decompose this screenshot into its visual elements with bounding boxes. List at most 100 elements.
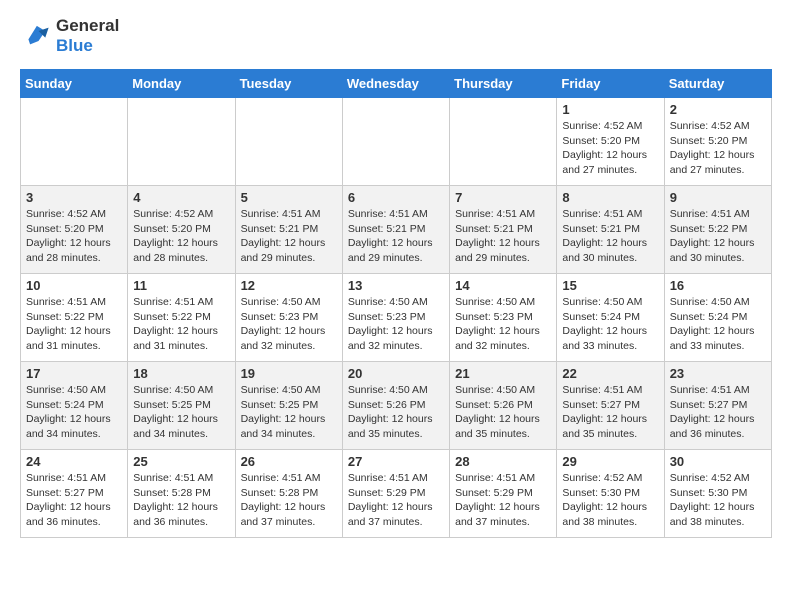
calendar-cell: 20Sunrise: 4:50 AM Sunset: 5:26 PM Dayli… [342, 362, 449, 450]
header: General Blue [20, 16, 772, 55]
day-number: 25 [133, 454, 229, 469]
day-number: 10 [26, 278, 122, 293]
day-number: 4 [133, 190, 229, 205]
day-number: 8 [562, 190, 658, 205]
calendar-cell: 5 Sunrise: 4:51 AM Sunset: 5:21 PM Daylig… [235, 186, 342, 274]
day-number: 29 [562, 454, 658, 469]
day-number: 16 [670, 278, 766, 293]
logo-text: General Blue [56, 16, 119, 55]
col-header-tuesday: Tuesday [235, 70, 342, 98]
calendar-cell: 8 Sunrise: 4:51 AM Sunset: 5:21 PM Daylig… [557, 186, 664, 274]
day-number: 30 [670, 454, 766, 469]
calendar-cell: 1 Sunrise: 4:52 AM Sunset: 5:20 PM Daylig… [557, 98, 664, 186]
calendar-cell: 18 Sunrise: 4:50 AM Sunset: 5:25 PM Dayli… [128, 362, 235, 450]
cell-info: Sunrise: 4:51 AM Sunset: 5:22 PM Dayligh… [26, 295, 122, 354]
calendar-cell: 13 Sunrise: 4:50 AM Sunset: 5:23 PM Dayli… [342, 274, 449, 362]
calendar-cell: 9 Sunrise: 4:51 AM Sunset: 5:22 PM Daylig… [664, 186, 771, 274]
calendar-cell: 23 Sunrise: 4:51 AM Sunset: 5:27 PM Dayli… [664, 362, 771, 450]
day-number: 27 [348, 454, 444, 469]
calendar-cell [128, 98, 235, 186]
calendar-cell: 7Sunrise: 4:51 AM Sunset: 5:21 PM Daylig… [450, 186, 557, 274]
cell-info: Sunrise: 4:50 AM Sunset: 5:26 PM Dayligh… [455, 383, 551, 442]
cell-info: Sunrise: 4:50 AM Sunset: 5:25 PM Dayligh… [241, 383, 337, 442]
day-number: 11 [133, 278, 229, 293]
calendar-cell: 6 Sunrise: 4:51 AM Sunset: 5:21 PM Daylig… [342, 186, 449, 274]
day-number: 28 [455, 454, 551, 469]
day-number: 15 [562, 278, 658, 293]
calendar-cell: 21 Sunrise: 4:50 AM Sunset: 5:26 PM Dayli… [450, 362, 557, 450]
cell-info: Sunrise: 4:51 AM Sunset: 5:22 PM Dayligh… [133, 295, 229, 354]
week-row-2: 10 Sunrise: 4:51 AM Sunset: 5:22 PM Dayli… [21, 274, 772, 362]
cell-info: Sunrise: 4:51 AM Sunset: 5:28 PM Dayligh… [241, 471, 337, 530]
col-header-thursday: Thursday [450, 70, 557, 98]
calendar-cell: 29 Sunrise: 4:52 AM Sunset: 5:30 PM Dayli… [557, 450, 664, 538]
calendar-cell: 30 Sunrise: 4:52 AM Sunset: 5:30 PM Dayli… [664, 450, 771, 538]
calendar-cell: 24 Sunrise: 4:51 AM Sunset: 5:27 PM Dayli… [21, 450, 128, 538]
calendar-cell: 11 Sunrise: 4:51 AM Sunset: 5:22 PM Dayli… [128, 274, 235, 362]
page-container: General Blue SundayMondayTuesdayWednesda… [0, 0, 792, 554]
day-number: 5 [241, 190, 337, 205]
calendar-cell: 3Sunrise: 4:52 AM Sunset: 5:20 PM Daylig… [21, 186, 128, 274]
col-header-friday: Friday [557, 70, 664, 98]
cell-info: Sunrise: 4:51 AM Sunset: 5:28 PM Dayligh… [133, 471, 229, 530]
cell-info: Sunrise: 4:51 AM Sunset: 5:27 PM Dayligh… [562, 383, 658, 442]
day-number: 23 [670, 366, 766, 381]
calendar-cell: 28Sunrise: 4:51 AM Sunset: 5:29 PM Dayli… [450, 450, 557, 538]
calendar-cell [342, 98, 449, 186]
calendar-cell [450, 98, 557, 186]
day-number: 24 [26, 454, 122, 469]
calendar-cell [235, 98, 342, 186]
logo: General Blue [20, 16, 119, 55]
day-number: 2 [670, 102, 766, 117]
day-number: 13 [348, 278, 444, 293]
cell-info: Sunrise: 4:50 AM Sunset: 5:23 PM Dayligh… [455, 295, 551, 354]
day-number: 21 [455, 366, 551, 381]
day-number: 17 [26, 366, 122, 381]
cell-info: Sunrise: 4:51 AM Sunset: 5:21 PM Dayligh… [241, 207, 337, 266]
calendar-cell: 27 Sunrise: 4:51 AM Sunset: 5:29 PM Dayli… [342, 450, 449, 538]
cell-info: Sunrise: 4:52 AM Sunset: 5:30 PM Dayligh… [562, 471, 658, 530]
day-number: 19 [241, 366, 337, 381]
cell-info: Sunrise: 4:52 AM Sunset: 5:20 PM Dayligh… [133, 207, 229, 266]
day-number: 26 [241, 454, 337, 469]
cell-info: Sunrise: 4:51 AM Sunset: 5:27 PM Dayligh… [670, 383, 766, 442]
day-number: 9 [670, 190, 766, 205]
calendar-cell [21, 98, 128, 186]
day-number: 1 [562, 102, 658, 117]
col-header-sunday: Sunday [21, 70, 128, 98]
cell-info: Sunrise: 4:52 AM Sunset: 5:20 PM Dayligh… [562, 119, 658, 178]
calendar-cell: 26 Sunrise: 4:51 AM Sunset: 5:28 PM Dayli… [235, 450, 342, 538]
cell-info: Sunrise: 4:51 AM Sunset: 5:21 PM Dayligh… [562, 207, 658, 266]
week-row-0: 1 Sunrise: 4:52 AM Sunset: 5:20 PM Daylig… [21, 98, 772, 186]
cell-info: Sunrise: 4:50 AM Sunset: 5:24 PM Dayligh… [670, 295, 766, 354]
cell-info: Sunrise: 4:52 AM Sunset: 5:20 PM Dayligh… [670, 119, 766, 178]
cell-info: Sunrise: 4:50 AM Sunset: 5:24 PM Dayligh… [562, 295, 658, 354]
cell-info: Sunrise: 4:51 AM Sunset: 5:27 PM Dayligh… [26, 471, 122, 530]
day-number: 14 [455, 278, 551, 293]
cell-info: Sunrise: 4:50 AM Sunset: 5:23 PM Dayligh… [348, 295, 444, 354]
day-number: 3 [26, 190, 122, 205]
calendar-cell: 19 Sunrise: 4:50 AM Sunset: 5:25 PM Dayli… [235, 362, 342, 450]
cell-info: Sunrise: 4:51 AM Sunset: 5:22 PM Dayligh… [670, 207, 766, 266]
day-number: 7 [455, 190, 551, 205]
week-row-1: 3 Sunrise: 4:52 AM Sunset: 5:20 PM Daylig… [21, 186, 772, 274]
calendar-cell: 25 Sunrise: 4:51 AM Sunset: 5:28 PM Dayli… [128, 450, 235, 538]
day-number: 6 [348, 190, 444, 205]
cell-info: Sunrise: 4:51 AM Sunset: 5:29 PM Dayligh… [348, 471, 444, 530]
calendar-header-row: SundayMondayTuesdayWednesdayThursdayFrid… [21, 70, 772, 98]
calendar-cell: 22Sunrise: 4:51 AM Sunset: 5:27 PM Dayli… [557, 362, 664, 450]
calendar-cell: 2 Sunrise: 4:52 AM Sunset: 5:20 PM Daylig… [664, 98, 771, 186]
cell-info: Sunrise: 4:52 AM Sunset: 5:30 PM Dayligh… [670, 471, 766, 530]
calendar-cell: 4 Sunrise: 4:52 AM Sunset: 5:20 PM Daylig… [128, 186, 235, 274]
col-header-saturday: Saturday [664, 70, 771, 98]
cell-info: Sunrise: 4:50 AM Sunset: 5:24 PM Dayligh… [26, 383, 122, 442]
calendar-cell: 15 Sunrise: 4:50 AM Sunset: 5:24 PM Dayli… [557, 274, 664, 362]
cell-info: Sunrise: 4:50 AM Sunset: 5:26 PM Dayligh… [348, 383, 444, 442]
cell-info: Sunrise: 4:51 AM Sunset: 5:21 PM Dayligh… [348, 207, 444, 266]
cell-info: Sunrise: 4:50 AM Sunset: 5:25 PM Dayligh… [133, 383, 229, 442]
day-number: 18 [133, 366, 229, 381]
calendar-cell: 16 Sunrise: 4:50 AM Sunset: 5:24 PM Dayli… [664, 274, 771, 362]
calendar-cell: 12Sunrise: 4:50 AM Sunset: 5:23 PM Dayli… [235, 274, 342, 362]
col-header-wednesday: Wednesday [342, 70, 449, 98]
calendar-cell: 14 Sunrise: 4:50 AM Sunset: 5:23 PM Dayli… [450, 274, 557, 362]
